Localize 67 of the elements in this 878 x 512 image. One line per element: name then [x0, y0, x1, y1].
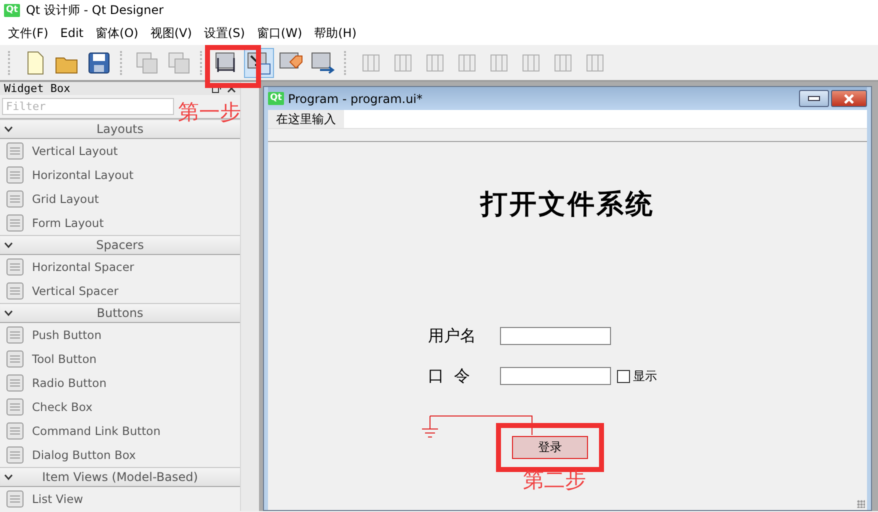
- close-icon: [843, 94, 855, 104]
- minimize-button[interactable]: [799, 90, 829, 107]
- widget-icon: [5, 189, 25, 209]
- window-stack-icon: [134, 50, 160, 76]
- widget-item[interactable]: Vertical Layout: [32, 144, 118, 158]
- window-title: Qt 设计师 - Qt Designer: [26, 2, 164, 19]
- form-heading: 打开文件系统: [480, 188, 654, 222]
- category-header[interactable]: Spacers: [0, 235, 240, 255]
- input-field[interactable]: [500, 327, 611, 345]
- widget-item[interactable]: Horizontal Spacer: [32, 260, 134, 274]
- category-header[interactable]: Item Views (Model-Based): [0, 467, 240, 487]
- menu-item[interactable]: 视图(V): [144, 24, 198, 42]
- field-label: 用户名: [428, 326, 477, 346]
- widget-item[interactable]: List View: [32, 492, 84, 506]
- highlight-box: [205, 45, 261, 88]
- widget-icon: [5, 397, 25, 417]
- menu-item[interactable]: 帮助(H): [308, 24, 363, 42]
- widget-item[interactable]: Vertical Spacer: [32, 284, 118, 298]
- chevron-icon: [4, 242, 13, 248]
- field-label: 口 令: [428, 366, 472, 386]
- widget-icon: [5, 373, 25, 393]
- menu-item[interactable]: 窗体(O): [90, 24, 144, 42]
- app-logo: Qt: [268, 92, 284, 105]
- widget-icon: [5, 445, 25, 465]
- minimize-icon: [808, 96, 820, 101]
- menu-item[interactable]: 窗口(W): [250, 24, 308, 42]
- widget-item[interactable]: Dialog Button Box: [32, 448, 136, 462]
- checkbox-label: 显示: [633, 368, 657, 384]
- chevron-icon: [4, 474, 13, 480]
- file-icon: [86, 50, 112, 76]
- scrollbar[interactable]: [240, 82, 259, 511]
- widget-icon: [5, 141, 25, 161]
- widget-item[interactable]: Form Layout: [32, 216, 104, 230]
- app-logo: Qt: [4, 4, 20, 17]
- widget-icon: [5, 213, 25, 233]
- chevron-icon: [4, 310, 13, 316]
- widget-item[interactable]: Check Box: [32, 400, 92, 414]
- filter-field[interactable]: Filter: [2, 98, 174, 115]
- menu-placeholder[interactable]: 在这里输入: [268, 110, 344, 128]
- chevron-icon: [4, 126, 13, 132]
- widget-item[interactable]: Horizontal Layout: [32, 168, 134, 182]
- close-button[interactable]: [831, 90, 867, 107]
- widget-item[interactable]: Tool Button: [32, 352, 97, 366]
- mode-icon: [246, 50, 272, 76]
- window-stack-icon: [166, 50, 192, 76]
- widget-icon: [5, 325, 25, 345]
- annotation-text: 第二步: [523, 467, 586, 494]
- form-window-title: Program - program.ui*: [288, 92, 423, 106]
- widget-icon: [5, 281, 25, 301]
- widget-item[interactable]: Grid Layout: [32, 192, 99, 206]
- menu-item[interactable]: Edit: [54, 26, 90, 40]
- checkbox[interactable]: [617, 370, 630, 382]
- widget-icon: [5, 349, 25, 369]
- widget-icon: [5, 421, 25, 441]
- menu-item[interactable]: 文件(F): [2, 24, 54, 42]
- dock-title: Widget Box: [4, 82, 70, 95]
- category-header[interactable]: Buttons: [0, 303, 240, 323]
- mode-icon: [310, 50, 336, 76]
- widget-item[interactable]: Push Button: [32, 328, 102, 342]
- widget-icon: [5, 165, 25, 185]
- widget-item[interactable]: Command Link Button: [32, 424, 160, 438]
- input-field[interactable]: [500, 367, 611, 385]
- widget-item[interactable]: Radio Button: [32, 376, 106, 390]
- login-button[interactable]: 登录: [512, 436, 588, 459]
- widget-icon: [5, 257, 25, 277]
- menu-item[interactable]: 设置(S): [198, 24, 251, 42]
- resize-grip-icon: [857, 500, 865, 508]
